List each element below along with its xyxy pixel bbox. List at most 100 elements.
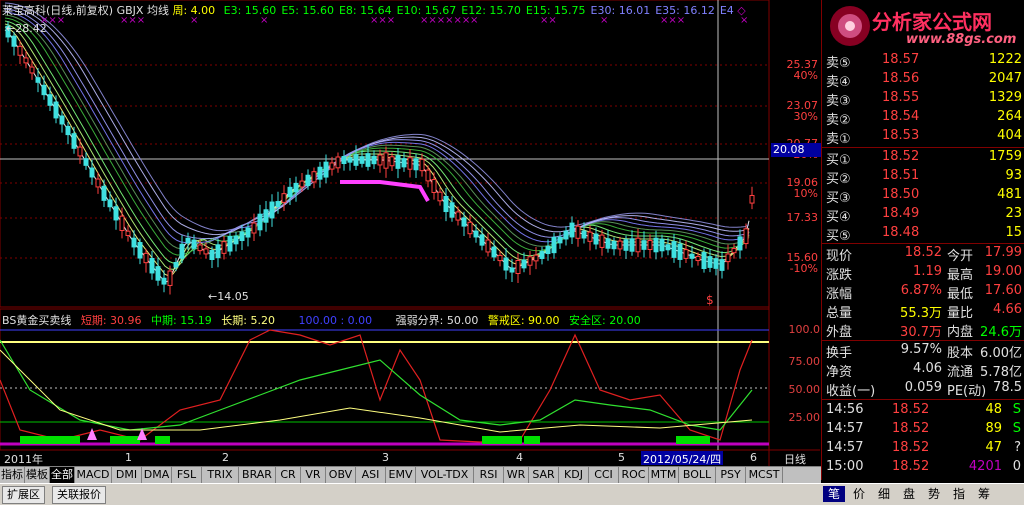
candle-body xyxy=(131,237,137,248)
candle-body xyxy=(281,193,287,203)
candle-body xyxy=(557,236,563,244)
bid-row[interactable]: 买④ 18.49 23 xyxy=(822,206,1024,225)
safe-zone-bar xyxy=(524,436,540,444)
quote-row: 涨幅 6.87% 最低 17.60 xyxy=(822,283,1024,303)
candle-body xyxy=(119,215,125,231)
tab-cr[interactable]: CR xyxy=(276,467,301,483)
divider xyxy=(822,243,1024,244)
signal-mark: ××× xyxy=(660,15,686,26)
tab-emv[interactable]: EMV xyxy=(386,467,416,483)
tab-模板[interactable]: 模板 xyxy=(25,467,50,483)
right-panel-tab[interactable]: 筹 xyxy=(973,486,995,502)
y-tick: 100.0 xyxy=(788,323,821,336)
ask-price: 18.53 xyxy=(882,128,920,143)
tab-mtm[interactable]: MTM xyxy=(649,467,679,483)
candle-body xyxy=(323,161,329,178)
mid-term-label: 中期: 15.19 xyxy=(151,314,212,327)
quote-label: 涨幅 xyxy=(826,287,853,302)
tab-vol-tdx[interactable]: VOL-TDX xyxy=(416,467,474,483)
candle-body xyxy=(347,157,353,163)
strength-label: 强弱分界: 50.00 xyxy=(395,314,479,327)
quote-value: 19.00 xyxy=(984,264,1022,279)
tab-wr[interactable]: WR xyxy=(504,467,529,483)
right-panel-tab[interactable]: 指 xyxy=(948,486,970,502)
ma-line xyxy=(4,5,750,236)
right-panel-tab[interactable]: 盘 xyxy=(898,486,920,502)
tab-cci[interactable]: CCI xyxy=(589,467,619,483)
ask-label: 卖① xyxy=(826,132,851,147)
bid-row[interactable]: 买③ 18.50 481 xyxy=(822,187,1024,206)
tab-boll[interactable]: BOLL xyxy=(679,467,716,483)
tab-roc[interactable]: ROC xyxy=(619,467,649,483)
tick-row: 14:56 18.52 48 S xyxy=(822,402,1024,421)
chart-canvas[interactable] xyxy=(0,0,820,466)
candle-body xyxy=(71,133,77,149)
ask-row[interactable]: 卖① 18.53 404 xyxy=(822,128,1024,147)
tab-dmi[interactable]: DMI xyxy=(112,467,142,483)
candle-body xyxy=(293,182,299,193)
tab-obv[interactable]: OBV xyxy=(326,467,356,483)
high-label: ←28.42 xyxy=(6,22,47,35)
signal-mark: × xyxy=(600,15,609,26)
main-chart-area[interactable]: 莱宝高科(日线,前复权) GBJX 均线 周: 4.00 E3: 15.60 E5… xyxy=(0,0,821,480)
tab-trix[interactable]: TRIX xyxy=(202,467,239,483)
candle-body xyxy=(509,267,515,273)
right-panel-tab[interactable] xyxy=(998,486,1020,502)
candle-body xyxy=(647,240,653,250)
candle-body xyxy=(335,156,341,169)
candle-body xyxy=(245,227,251,238)
ask-row[interactable]: 卖② 18.54 264 xyxy=(822,109,1024,128)
bid-volume: 481 xyxy=(997,187,1022,202)
tab-mcst[interactable]: MCST xyxy=(746,467,783,483)
candle-body xyxy=(329,162,335,170)
candle-body xyxy=(227,235,233,252)
quote-label: 外盘 xyxy=(826,325,853,340)
candle-body xyxy=(467,221,473,235)
bid-row[interactable]: 买② 18.51 93 xyxy=(822,168,1024,187)
right-panel-tab[interactable]: 价 xyxy=(848,486,870,502)
bid-row[interactable]: 买① 18.52 1759 xyxy=(822,149,1024,168)
tick-direction: S xyxy=(1012,421,1021,436)
candle-body xyxy=(599,234,605,248)
candle-body xyxy=(41,84,47,96)
tab-fsl[interactable]: FSL xyxy=(172,467,202,483)
safe-zone-bar xyxy=(155,436,170,444)
signal-mark: × xyxy=(260,15,269,26)
tab-psy[interactable]: PSY xyxy=(716,467,746,483)
candle-body xyxy=(53,101,59,119)
candle-body xyxy=(497,254,503,262)
tab-vr[interactable]: VR xyxy=(301,467,326,483)
quote-value: 1.19 xyxy=(913,264,942,279)
ask-row[interactable]: 卖③ 18.55 1329 xyxy=(822,90,1024,109)
bid-row[interactable]: 买⑤ 18.48 15 xyxy=(822,225,1024,244)
tab-macd[interactable]: MACD xyxy=(75,467,112,483)
ask-row[interactable]: 卖⑤ 18.57 1222 xyxy=(822,52,1024,71)
tab-kdj[interactable]: KDJ xyxy=(559,467,589,483)
tab-rsi[interactable]: RSI xyxy=(474,467,504,483)
tab-全部[interactable]: 全部 xyxy=(50,467,75,483)
candle-body xyxy=(233,235,239,245)
right-panel-tab[interactable]: 势 xyxy=(923,486,945,502)
right-panel-tab[interactable]: 细 xyxy=(873,486,895,502)
candle-body xyxy=(299,180,305,188)
right-panel-tab[interactable]: 笔 xyxy=(823,486,845,502)
cursor-date: 2012/05/24/四 xyxy=(641,451,724,466)
bid-volume: 1759 xyxy=(988,149,1022,164)
tab-sar[interactable]: SAR xyxy=(529,467,559,483)
candle-body xyxy=(179,243,185,259)
candle-body xyxy=(443,195,449,213)
candle-body xyxy=(137,242,143,259)
indicator-title: BS黄金买卖线 xyxy=(2,314,72,327)
tab-asi[interactable]: ASI xyxy=(356,467,386,483)
candle-body xyxy=(221,241,227,254)
bottom-tab[interactable]: 关联报价 xyxy=(52,486,106,504)
candle-body xyxy=(527,256,533,266)
candle-body xyxy=(59,115,65,125)
tab-dma[interactable]: DMA xyxy=(142,467,172,483)
quote-label: 现价 xyxy=(826,249,853,264)
tab-指标[interactable]: 指标 xyxy=(0,467,25,483)
ask-row[interactable]: 卖④ 18.56 2047 xyxy=(822,71,1024,90)
period-label[interactable]: 日线 xyxy=(784,451,806,467)
tab-brar[interactable]: BRAR xyxy=(239,467,276,483)
bottom-tab[interactable]: 扩展区 xyxy=(2,486,45,504)
